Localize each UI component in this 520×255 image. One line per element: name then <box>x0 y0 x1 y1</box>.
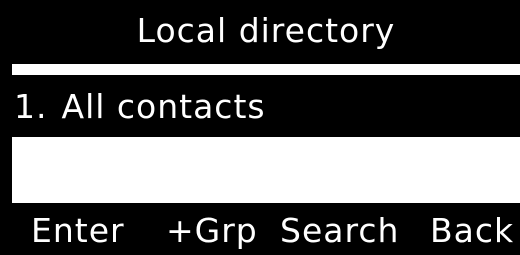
list-item-number: 1. <box>14 86 48 126</box>
list-item-all-contacts[interactable]: 1. All contacts <box>12 75 520 137</box>
phone-screen: Local directory 1. All contacts Enter +G… <box>0 0 520 255</box>
search-softkey[interactable]: Search <box>280 211 399 250</box>
list-item-label: All contacts <box>61 86 266 126</box>
back-softkey[interactable]: Back <box>430 211 514 250</box>
add-group-softkey[interactable]: +Grp <box>166 211 258 250</box>
empty-list-area <box>12 137 520 203</box>
title-divider <box>12 64 520 75</box>
title-bar: Local directory <box>12 0 520 64</box>
page-title: Local directory <box>136 10 396 50</box>
softkey-bar: Enter +Grp Search Back <box>12 203 520 255</box>
enter-softkey[interactable]: Enter <box>31 211 125 250</box>
